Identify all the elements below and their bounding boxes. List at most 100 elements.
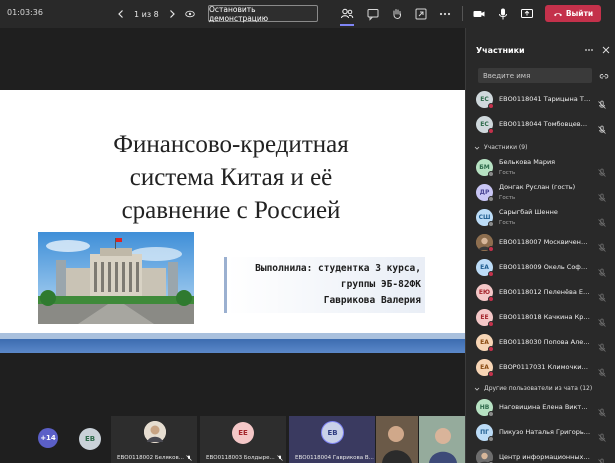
- mic-off-icon: [597, 188, 607, 202]
- participant-row[interactable]: ДР Донгак Руслан (гость) Гость: [466, 181, 615, 205]
- mic-off-icon: [597, 238, 607, 252]
- participant-row[interactable]: ЕЮЕВО0118012 Пеленёва Екате...: [466, 281, 615, 305]
- participant-name: Центр информационных техно...: [499, 453, 591, 461]
- mic-off-icon: [597, 263, 607, 277]
- participant-avatar[interactable]: ЕВ: [79, 428, 101, 450]
- author-line: группы ЭБ-82ФК: [340, 279, 421, 290]
- meeting-toolbar: 01:03:36 1 из 8 Остановить демонстрацию …: [0, 0, 615, 28]
- more-participants-badge[interactable]: +14: [38, 428, 58, 448]
- participant-role: Гость: [499, 220, 516, 226]
- slide-accent-band: [0, 339, 465, 353]
- microphone-icon[interactable]: [496, 6, 510, 20]
- share-invite-icon[interactable]: [599, 71, 609, 81]
- video-tile[interactable]: ЕЕ ЕВО0118003 Болдыре...: [200, 416, 286, 463]
- slide-title-line: сравнение с Россией: [121, 197, 341, 224]
- close-icon[interactable]: [601, 45, 611, 55]
- participant-row[interactable]: ЕВО0118007 Москвиченко Е...: [466, 231, 615, 255]
- leave-label: Выйти: [565, 9, 594, 18]
- author-line: Выполнила: студентка 3 курса,: [255, 263, 421, 274]
- bank-building-photo: [38, 232, 194, 324]
- camera-icon[interactable]: [472, 6, 486, 20]
- participant-name: ЕВО0118041 Тарицына Тать...: [499, 95, 591, 103]
- participant-row[interactable]: СШ Сарыгбай Шенне Гость: [466, 206, 615, 230]
- mic-off-icon: [597, 338, 607, 352]
- status-badge: [488, 246, 494, 252]
- participant-row[interactable]: ЕАЕВО0118009 Окель Софья А...: [466, 256, 615, 280]
- camera-feed-icon: [376, 416, 418, 463]
- chevron-down-icon: [474, 146, 480, 150]
- participant-role: Гость: [499, 170, 516, 176]
- section-title: Участники (9): [484, 144, 528, 151]
- author-line: Гаврикова Валерия: [323, 295, 421, 306]
- more-options-icon[interactable]: [584, 45, 594, 55]
- participant-row[interactable]: НВНаговицина Елена Викторовна: [466, 396, 615, 420]
- participant-row[interactable]: Центр информационных техно...: [466, 446, 615, 463]
- status-badge: [488, 436, 494, 442]
- slide-counter: 1 из 8: [134, 9, 159, 19]
- video-tile-camera[interactable]: [419, 416, 465, 463]
- participant-row[interactable]: ЕА ЕВО0118030 Попова Алекса...: [466, 331, 615, 355]
- tile-label: ЕВО0118004 Гаврикова В...: [295, 455, 382, 461]
- raise-hand-icon[interactable]: [390, 6, 404, 20]
- next-slide-icon[interactable]: [167, 9, 177, 19]
- participants-section-header[interactable]: Участники (9): [474, 144, 527, 151]
- prev-slide-icon[interactable]: [116, 9, 126, 19]
- participant-row[interactable]: ЕЕЕВО0118018 Качкина Кристи...: [466, 306, 615, 330]
- mic-off-icon: [597, 288, 607, 302]
- participant-row[interactable]: ПГ Пикузо Наталья Григорьевна: [466, 421, 615, 445]
- chevron-down-icon: [474, 387, 480, 391]
- slide-pager: 1 из 8: [116, 6, 195, 22]
- tile-name: ЕВО0118003 Болдыре...: [206, 455, 275, 461]
- status-badge: [488, 321, 494, 327]
- participant-name: ЕВО0118044 Томбовцева На...: [499, 120, 591, 128]
- mic-off-icon: [597, 120, 607, 134]
- participant-name: ЕВО0118018 Качкина Кристи...: [499, 313, 591, 321]
- video-strip: +14 ЕВ ЕВО0118002 Беляков... ЕЕ ЕВО01180…: [0, 410, 465, 463]
- slide-title-line: Финансово-кредитная: [113, 131, 349, 158]
- participant-name: Сарыгбай Шенне: [499, 208, 558, 216]
- participant-row[interactable]: ЕАЕВОР0117031 Климочкина А...: [466, 356, 615, 380]
- status-badge: [488, 296, 494, 302]
- status-badge: [488, 371, 494, 377]
- participant-name: ЕВО0118012 Пеленёва Екате...: [499, 288, 591, 296]
- section-title: Другие пользователи из чата (12): [484, 385, 593, 392]
- participant-row[interactable]: ЕС ЕВО0118041 Тарицына Тать...: [466, 88, 615, 112]
- video-tile[interactable]: ЕВО0118002 Беляков...: [111, 416, 197, 463]
- mic-off-icon: [186, 455, 192, 461]
- meeting-timer: 01:03:36: [7, 8, 43, 17]
- leave-meeting-button[interactable]: Выйти: [545, 5, 601, 22]
- participant-name: Белькова Мария: [499, 158, 556, 166]
- share-screen-icon[interactable]: [520, 6, 534, 20]
- mic-off-icon: [597, 163, 607, 177]
- chat-icon[interactable]: [366, 6, 380, 21]
- hang-up-icon: [553, 12, 562, 16]
- slide-title: Финансово-кредитная система Китая и её с…: [56, 128, 406, 227]
- others-section-header[interactable]: Другие пользователи из чата (12): [474, 385, 592, 392]
- mic-off-icon: [597, 95, 607, 109]
- status-badge: [488, 128, 494, 134]
- stop-presenting-button[interactable]: Остановить демонстрацию: [208, 5, 318, 23]
- participant-row[interactable]: ЕС ЕВО0118044 Томбовцева На...: [466, 113, 615, 137]
- participant-row[interactable]: БМ Белькова Мария Гость: [466, 156, 615, 180]
- status-badge: [488, 171, 494, 177]
- video-tile-camera[interactable]: [376, 416, 418, 463]
- shared-slide: Финансово-кредитная система Китая и её с…: [0, 90, 465, 353]
- status-badge: [488, 221, 494, 227]
- camera-feed-icon: [419, 416, 465, 463]
- participant-name: ЕВО0118009 Окель Софья А...: [499, 263, 591, 271]
- breakout-rooms-icon[interactable]: [414, 6, 428, 20]
- participants-icon[interactable]: [340, 6, 354, 20]
- mic-off-icon: [597, 403, 607, 417]
- participant-name: ЕВО0118030 Попова Алекса...: [499, 338, 591, 346]
- panel-title: Участники: [476, 46, 525, 55]
- invite-search-input[interactable]: [478, 68, 592, 83]
- video-tile-active[interactable]: ЕВ ЕВО0118004 Гаврикова В...: [289, 416, 382, 463]
- more-actions-icon[interactable]: [438, 6, 452, 20]
- eye-icon[interactable]: [184, 9, 195, 19]
- mic-off-icon: [597, 313, 607, 327]
- status-badge: [488, 103, 494, 109]
- participant-name: ЕВО0118007 Москвиченко Е...: [499, 238, 591, 246]
- tile-label: ЕВО0118002 Беляков...: [117, 455, 192, 461]
- participant-name: ЕВОР0117031 Климочкина А...: [499, 363, 591, 371]
- author-info: Выполнила: студентка 3 курса, группы ЭБ-…: [224, 257, 425, 313]
